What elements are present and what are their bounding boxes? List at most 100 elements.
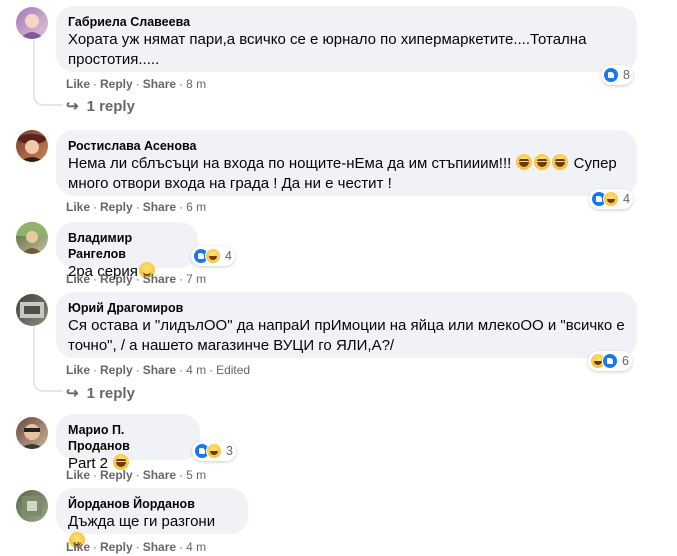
comment-bubble: Юрий Драгомиров Ся остава и "лидълОО" да… — [56, 292, 637, 358]
reply-connector — [33, 92, 63, 106]
separator: · — [135, 468, 140, 482]
reaction-summary[interactable]: 3 — [192, 441, 236, 461]
avatar[interactable] — [16, 222, 48, 254]
share-button[interactable]: Share — [143, 540, 176, 554]
comment-author[interactable]: Ростислава Асенова — [68, 138, 625, 154]
timestamp[interactable]: 4 m — [186, 540, 206, 554]
comment-text: Хората уж нямат пари,а всичко се е юрнал… — [68, 31, 587, 68]
separator: · — [179, 272, 184, 286]
comment-author[interactable]: Марио П. Проданов — [68, 422, 188, 454]
edited-label[interactable]: Edited — [216, 363, 250, 377]
like-button[interactable]: Like — [66, 363, 90, 377]
comment-actions: Like · Reply · Share · 6 m — [66, 199, 206, 215]
comment-author[interactable]: Йорданов Йорданов — [68, 496, 236, 512]
reaction-summary[interactable]: 4 — [191, 246, 235, 266]
comment-text-part: Дъжда ще ги разгони — [68, 513, 216, 530]
separator: · — [93, 272, 98, 286]
laughing-emoji-icon — [552, 154, 569, 170]
comment-bubble: Габриела Славеева Хората уж нямат пари,а… — [56, 6, 637, 72]
replies-count: 1 reply — [86, 385, 135, 402]
separator: · — [179, 200, 184, 214]
separator: · — [209, 363, 214, 377]
like-button[interactable]: Like — [66, 272, 90, 286]
comment-bubble: Йорданов Йорданов Дъжда ще ги разгони — [56, 488, 248, 548]
view-replies-link[interactable]: ↪ 1 reply — [66, 98, 135, 116]
comment-text-part: Нема ли сблъсъци на входа по нощите-нЕма… — [68, 155, 516, 172]
like-reaction-icon — [603, 67, 619, 83]
haha-reaction-icon — [205, 248, 221, 264]
separator: · — [179, 77, 184, 91]
reaction-summary[interactable]: 4 — [589, 189, 633, 209]
comment-actions: Like · Reply · Share · 4 m — [66, 539, 206, 555]
share-button[interactable]: Share — [143, 468, 176, 482]
reply-button[interactable]: Reply — [100, 77, 133, 91]
share-button[interactable]: Share — [143, 272, 176, 286]
reaction-count: 3 — [226, 444, 233, 458]
avatar-photo-icon — [20, 424, 44, 449]
comment-actions: Like · Reply · Share · 4 m · Edited — [66, 362, 250, 378]
thread-line — [33, 326, 35, 381]
separator: · — [135, 200, 140, 214]
reply-button[interactable]: Reply — [100, 363, 133, 377]
like-button[interactable]: Like — [66, 200, 90, 214]
reply-button[interactable]: Reply — [100, 468, 133, 482]
like-reaction-icon — [602, 353, 618, 369]
share-button[interactable]: Share — [143, 200, 176, 214]
avatar[interactable] — [16, 490, 48, 522]
reaction-summary[interactable]: 8 — [601, 65, 633, 85]
avatar-photo-icon — [18, 134, 46, 162]
avatar[interactable] — [16, 130, 48, 162]
reaction-summary[interactable]: 6 — [588, 351, 632, 371]
reaction-count: 4 — [225, 249, 232, 263]
separator: · — [93, 363, 98, 377]
view-replies-link[interactable]: ↪ 1 reply — [66, 385, 135, 403]
timestamp[interactable]: 6 m — [186, 200, 206, 214]
laughing-emoji-icon — [534, 154, 551, 170]
avatar[interactable] — [16, 7, 48, 39]
reply-button[interactable]: Reply — [100, 540, 133, 554]
separator: · — [179, 363, 184, 377]
timestamp[interactable]: 5 m — [186, 468, 206, 482]
comment-actions: Like · Reply · Share · 8 m — [66, 76, 206, 92]
reply-button[interactable]: Reply — [100, 272, 133, 286]
separator: · — [93, 468, 98, 482]
avatar-photo-icon — [22, 496, 42, 516]
comment-author[interactable]: Владимир Рангелов — [68, 230, 186, 262]
avatar-photo-icon — [20, 14, 44, 39]
comment-text: Нема ли сблъсъци на входа по нощите-нЕма… — [68, 154, 625, 174]
reply-connector — [33, 378, 63, 392]
like-button[interactable]: Like — [66, 468, 90, 482]
comment-author[interactable]: Юрий Драгомиров — [68, 300, 625, 316]
comment-bubble: Владимир Рангелов 2ра серия — [56, 222, 198, 280]
separator: · — [93, 77, 98, 91]
like-button[interactable]: Like — [66, 540, 90, 554]
timestamp[interactable]: 4 m — [186, 363, 206, 377]
comment-text-part: Супер — [569, 155, 617, 172]
timestamp[interactable]: 8 m — [186, 77, 206, 91]
reply-arrow-icon: ↪ — [66, 385, 79, 402]
separator: · — [135, 272, 140, 286]
avatar-photo-icon — [20, 302, 44, 318]
comment-bubble: Ростислава Асенова Нема ли сблъсъци на в… — [56, 130, 637, 196]
replies-count: 1 reply — [86, 98, 135, 115]
reply-arrow-icon: ↪ — [66, 98, 79, 115]
share-button[interactable]: Share — [143, 77, 176, 91]
separator: · — [135, 363, 140, 377]
comment-author[interactable]: Габриела Славеева — [68, 14, 625, 30]
avatar[interactable] — [16, 294, 48, 326]
comment-text-line: много отвори входа на града ! Да ни е че… — [68, 175, 392, 192]
reaction-count: 6 — [622, 354, 629, 368]
comment-actions: Like · Reply · Share · 7 m — [66, 271, 206, 287]
reaction-count: 8 — [623, 68, 630, 82]
reply-button[interactable]: Reply — [100, 200, 133, 214]
separator: · — [93, 200, 98, 214]
separator: · — [179, 468, 184, 482]
timestamp[interactable]: 7 m — [186, 272, 206, 286]
avatar[interactable] — [16, 417, 48, 449]
share-button[interactable]: Share — [143, 363, 176, 377]
like-button[interactable]: Like — [66, 77, 90, 91]
comment-text-line: точно", / а нашето магазинче ВУЦИ го ЯЛИ… — [68, 337, 395, 354]
separator: · — [179, 540, 184, 554]
separator: · — [135, 540, 140, 554]
reaction-count: 4 — [623, 192, 630, 206]
